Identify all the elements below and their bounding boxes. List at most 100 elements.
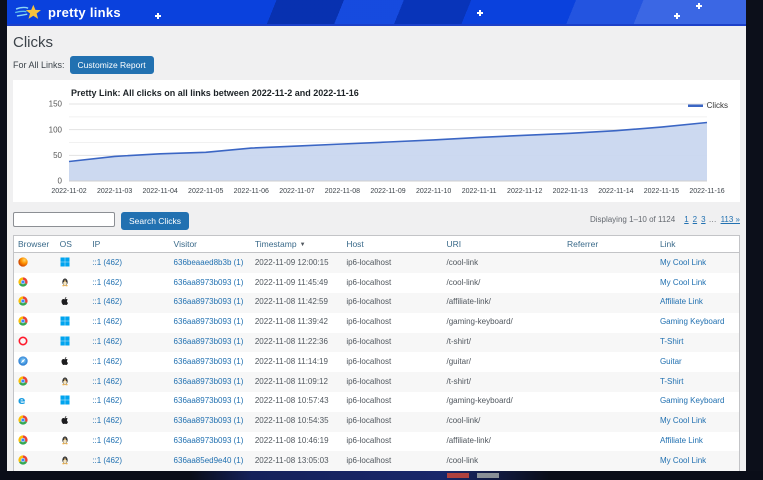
uri-cell: /cool-link/: [443, 412, 564, 432]
pretty-link-cell[interactable]: Affiliate Link: [656, 432, 740, 452]
ip-link-cell[interactable]: ::1 (462): [88, 392, 169, 412]
ip-link-cell[interactable]: ::1 (462): [88, 412, 169, 432]
pretty-link-cell[interactable]: My Cool Link: [656, 412, 740, 432]
page-link[interactable]: 1: [684, 215, 688, 224]
ip-link-cell[interactable]: ::1 (462): [88, 273, 169, 293]
for-all-links-label: For All Links:: [13, 60, 65, 70]
ip-link-cell[interactable]: ::1 (462): [88, 451, 169, 471]
visitor-link-cell[interactable]: 636aa8973b093 (1): [170, 273, 251, 293]
pretty-link-cell[interactable]: Gaming Keyboard: [656, 392, 740, 412]
browser-cell: [14, 412, 56, 432]
visitor-link-cell[interactable]: 636aa8973b093 (1): [170, 333, 251, 353]
browser-cell: [14, 313, 56, 333]
svg-text:2022-11-08: 2022-11-08: [325, 188, 360, 195]
column-header-browser[interactable]: Browser: [14, 236, 56, 253]
referrer-cell: [563, 432, 656, 452]
os-cell: [56, 313, 89, 333]
uri-cell: /t-shirt/: [443, 333, 564, 353]
column-header-uri[interactable]: URI: [443, 236, 564, 253]
referrer-cell: [563, 293, 656, 313]
linux-icon: [60, 376, 70, 386]
table-row: ::1 (462)636aa8973b093 (1)2022-11-08 11:…: [14, 293, 740, 313]
customize-report-button[interactable]: Customize Report: [70, 56, 154, 74]
timestamp-cell: 2022-11-08 10:54:35: [251, 412, 342, 432]
pretty-link-cell[interactable]: My Cool Link: [656, 273, 740, 293]
window-bottom-strip: [0, 471, 763, 480]
brand-text: pretty links: [48, 3, 121, 22]
os-cell: [56, 253, 89, 273]
visitor-link-cell[interactable]: 636aa85ed9e40 (1): [170, 451, 251, 471]
ip-link-cell[interactable]: ::1 (462): [88, 352, 169, 372]
ip-link-cell[interactable]: ::1 (462): [88, 372, 169, 392]
column-header-host[interactable]: Host: [342, 236, 442, 253]
host-cell: ip6-localhost: [342, 392, 442, 412]
browser-cell: [14, 432, 56, 452]
timestamp-cell: 2022-11-08 11:14:19: [251, 352, 342, 372]
screen: pretty links Clicks For All Links: Custo…: [0, 0, 763, 480]
timestamp-cell: 2022-11-08 11:42:59: [251, 293, 342, 313]
visitor-link-cell[interactable]: 636aa8973b093 (1): [170, 432, 251, 452]
column-header-ip[interactable]: IP: [88, 236, 169, 253]
search-clicks-button[interactable]: Search Clicks: [121, 212, 189, 230]
table-row: ::1 (462)636aa8973b093 (1)2022-11-08 11:…: [14, 313, 740, 333]
visitor-link-cell[interactable]: 636beaaed8b3b (1): [170, 253, 251, 273]
os-cell: [56, 432, 89, 452]
page-link[interactable]: 2: [693, 215, 697, 224]
table-row: ::1 (462)636aa8973b093 (1)2022-11-08 11:…: [14, 352, 740, 372]
browser-cell: [14, 333, 56, 353]
visitor-link-cell[interactable]: 636aa8973b093 (1): [170, 352, 251, 372]
pretty-link-cell[interactable]: Affiliate Link: [656, 293, 740, 313]
svg-text:0: 0: [58, 177, 63, 186]
column-header-visitor[interactable]: Visitor: [170, 236, 251, 253]
timestamp-cell: 2022-11-08 10:46:19: [251, 432, 342, 452]
apple-icon: [60, 356, 70, 366]
table-row: ::1 (462)636aa8973b093 (1)2022-11-08 10:…: [14, 412, 740, 432]
ip-link-cell[interactable]: ::1 (462): [88, 313, 169, 333]
browser-cell: [14, 372, 56, 392]
host-cell: ip6-localhost: [342, 352, 442, 372]
table-row: ::1 (462)636aa85ed9e40 (1)2022-11-08 13:…: [14, 451, 740, 471]
ip-link-cell[interactable]: ::1 (462): [88, 432, 169, 452]
pretty-link-cell[interactable]: My Cool Link: [656, 451, 740, 471]
search-input[interactable]: [13, 212, 115, 227]
linux-icon: [60, 435, 70, 445]
browser-cell: e: [14, 392, 56, 412]
referrer-cell: [563, 392, 656, 412]
chrome-icon: [18, 277, 28, 287]
svg-text:2022-11-14: 2022-11-14: [598, 188, 633, 195]
referrer-cell: [563, 313, 656, 333]
pretty-link-cell[interactable]: Guitar: [656, 352, 740, 372]
sort-desc-icon: ▼: [300, 242, 306, 248]
visitor-link-cell[interactable]: 636aa8973b093 (1): [170, 293, 251, 313]
pretty-link-cell[interactable]: T-Shirt: [656, 333, 740, 353]
background-window-red-fragment: [447, 473, 469, 478]
page-link[interactable]: 3: [701, 215, 705, 224]
visitor-link-cell[interactable]: 636aa8973b093 (1): [170, 372, 251, 392]
column-header-timestamp[interactable]: Timestamp▼: [251, 236, 342, 253]
sparkle-icon: [674, 13, 680, 19]
pretty-link-cell[interactable]: My Cool Link: [656, 253, 740, 273]
column-header-link[interactable]: Link: [656, 236, 740, 253]
svg-text:2022-11-11: 2022-11-11: [462, 188, 497, 195]
uri-cell: /affiliate-link/: [443, 293, 564, 313]
uri-cell: /guitar/: [443, 352, 564, 372]
uri-cell: /cool-link: [443, 451, 564, 471]
column-header-referrer[interactable]: Referrer: [563, 236, 656, 253]
column-header-os[interactable]: OS: [56, 236, 89, 253]
sparkle-icon: [155, 13, 161, 19]
pretty-link-cell[interactable]: Gaming Keyboard: [656, 313, 740, 333]
ip-link-cell[interactable]: ::1 (462): [88, 293, 169, 313]
timestamp-cell: 2022-11-08 11:22:36: [251, 333, 342, 353]
page-link[interactable]: 113 »: [721, 215, 740, 224]
table-body: ::1 (462)636beaaed8b3b (1)2022-11-09 12:…: [14, 253, 740, 471]
ip-link-cell[interactable]: ::1 (462): [88, 253, 169, 273]
pretty-link-cell[interactable]: T-Shirt: [656, 372, 740, 392]
chrome-icon: [18, 296, 28, 306]
visitor-link-cell[interactable]: 636aa8973b093 (1): [170, 412, 251, 432]
visitor-link-cell[interactable]: 636aa8973b093 (1): [170, 313, 251, 333]
svg-text:2022-11-16: 2022-11-16: [689, 188, 724, 195]
ip-link-cell[interactable]: ::1 (462): [88, 333, 169, 353]
windows-icon: [60, 316, 70, 326]
visitor-link-cell[interactable]: 636aa8973b093 (1): [170, 392, 251, 412]
timestamp-cell: 2022-11-08 11:09:12: [251, 372, 342, 392]
